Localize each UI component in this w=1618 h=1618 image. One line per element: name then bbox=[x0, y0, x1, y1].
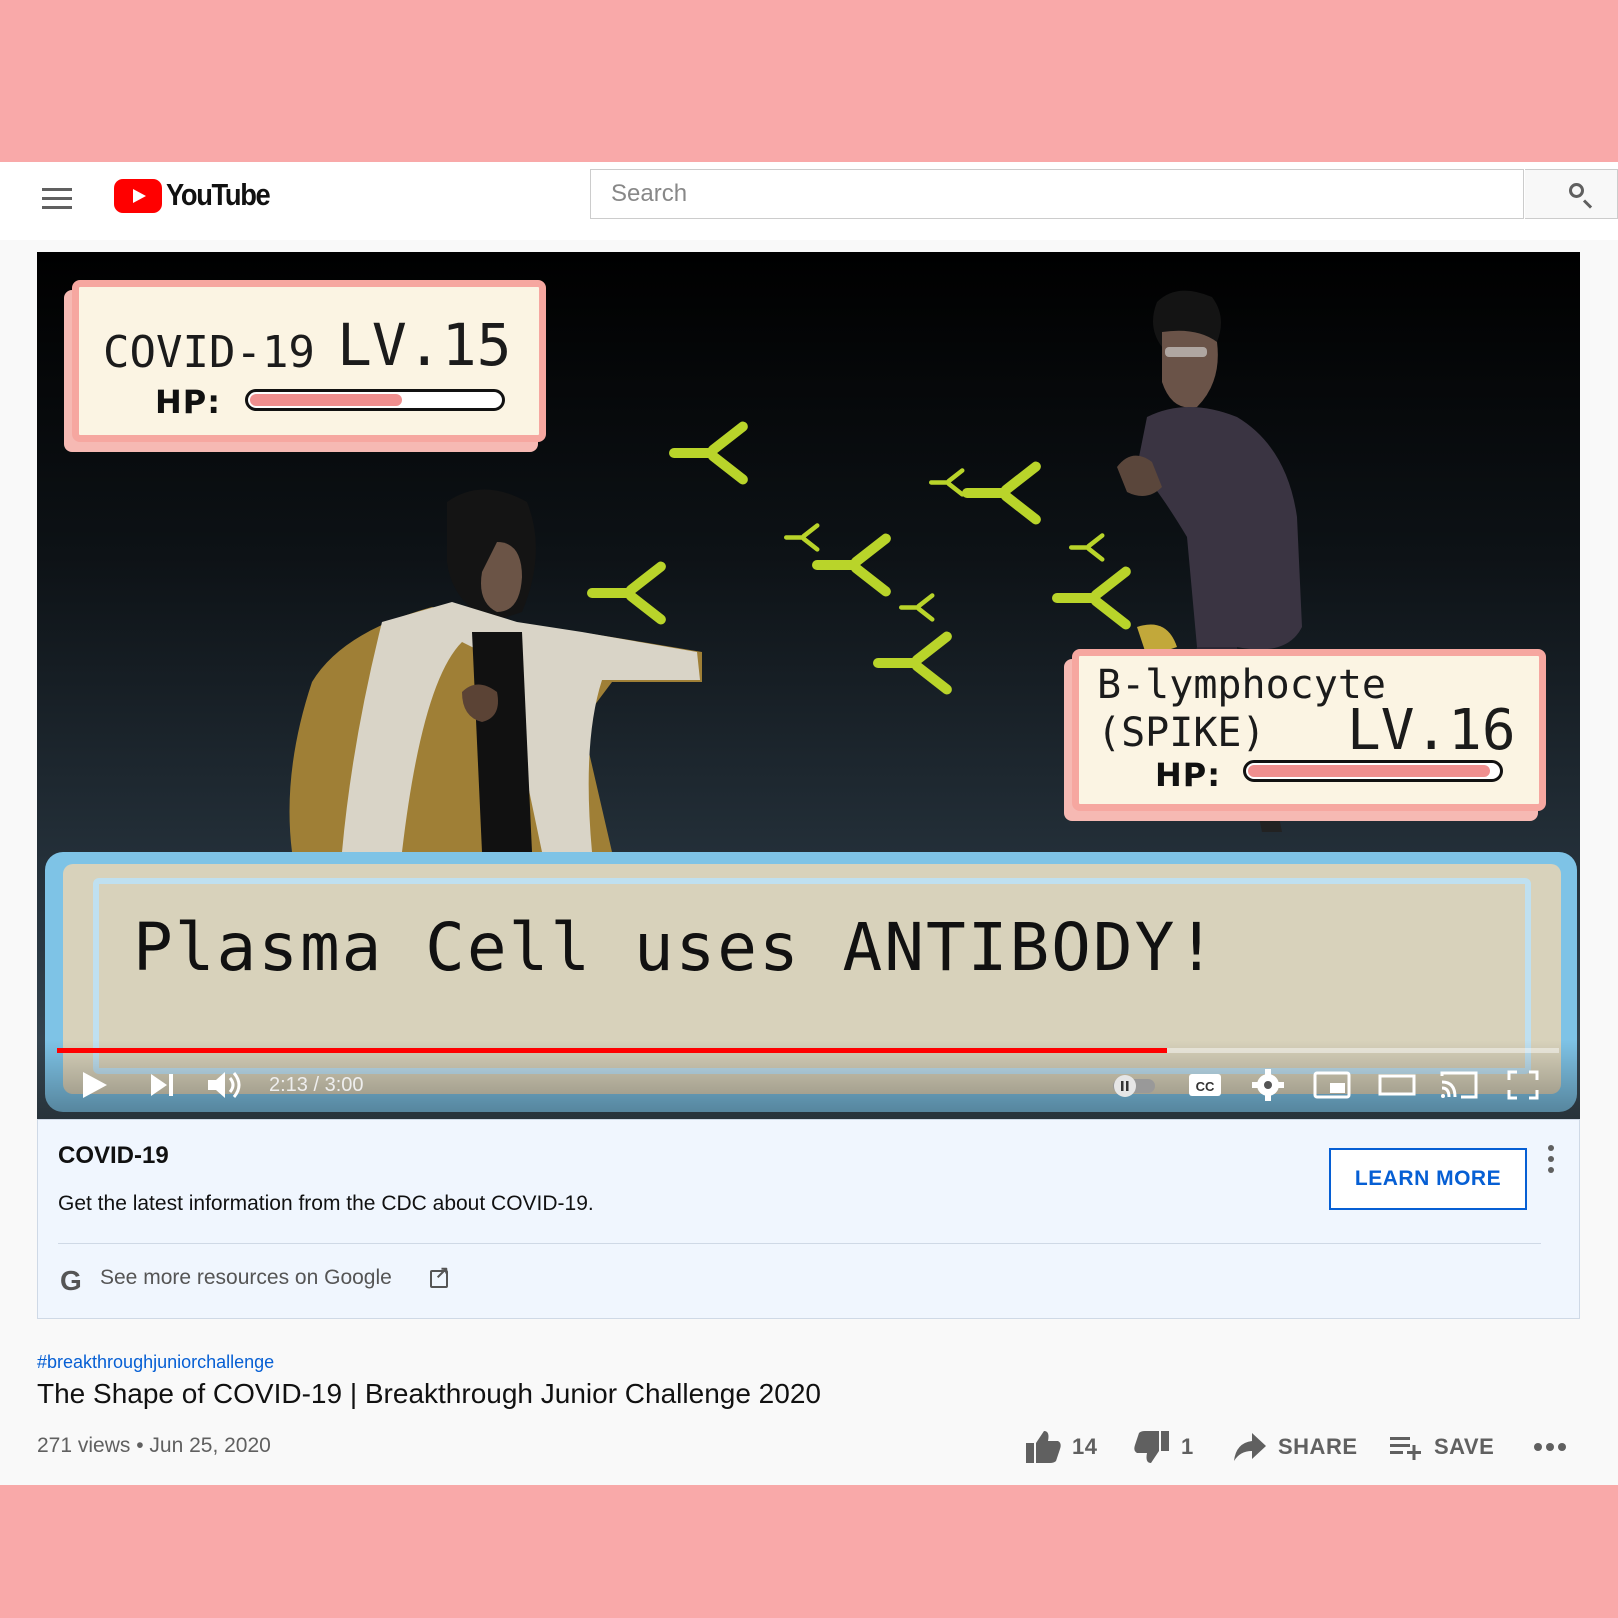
play-icon[interactable] bbox=[79, 1068, 109, 1102]
antibody-icon bbox=[929, 467, 966, 498]
external-link-icon[interactable] bbox=[430, 1263, 449, 1288]
video-player[interactable]: COVID-19 LV.15 HP: B-lymphocyte (SPIKE) … bbox=[37, 252, 1580, 1120]
youtube-page: YouTube COVID-19 LV.15 HP: bbox=[0, 162, 1618, 1485]
like-count: 14 bbox=[1072, 1434, 1098, 1459]
plasma-cell-character bbox=[289, 489, 702, 852]
logo-text: YouTube bbox=[166, 177, 271, 212]
search-box[interactable] bbox=[590, 169, 1524, 219]
save-label: SAVE bbox=[1434, 1434, 1495, 1459]
panel-title: COVID-19 bbox=[58, 1142, 169, 1169]
cast-icon[interactable] bbox=[1439, 1068, 1479, 1102]
player-level: LV.16 bbox=[1347, 698, 1516, 763]
save-button[interactable]: SAVE bbox=[1388, 1427, 1494, 1467]
more-actions-button[interactable] bbox=[1533, 1427, 1567, 1467]
player-hp-fill bbox=[1248, 765, 1491, 777]
enemy-status-box: COVID-19 LV.15 HP: bbox=[72, 280, 546, 442]
volume-icon[interactable] bbox=[205, 1068, 245, 1102]
google-g-icon: G bbox=[60, 1265, 82, 1296]
views-date: 271 views • Jun 25, 2020 bbox=[37, 1434, 271, 1457]
miniplayer-icon[interactable] bbox=[1312, 1068, 1352, 1102]
antibody-icon bbox=[1052, 564, 1133, 632]
antibody-icon bbox=[873, 629, 954, 697]
thumbs-down-icon bbox=[1134, 1431, 1169, 1463]
share-label: SHARE bbox=[1278, 1434, 1358, 1459]
antibody-icon bbox=[587, 559, 668, 627]
panel-divider bbox=[58, 1243, 1541, 1244]
search-button[interactable] bbox=[1525, 169, 1618, 219]
player-hp-bar bbox=[1243, 760, 1503, 782]
enemy-hp-fill bbox=[250, 394, 403, 406]
search-icon bbox=[1569, 183, 1584, 198]
enemy-name: COVID-19 bbox=[103, 327, 315, 378]
dislike-count: 1 bbox=[1181, 1434, 1194, 1459]
player-name-line2: (SPIKE) bbox=[1097, 710, 1266, 756]
panel-description: Get the latest information from the CDC … bbox=[58, 1192, 594, 1215]
play-logo-icon bbox=[114, 179, 162, 213]
enemy-hp-label: HP: bbox=[155, 383, 222, 421]
theater-mode-icon[interactable] bbox=[1377, 1068, 1417, 1102]
enemy-level: LV.15 bbox=[337, 311, 512, 379]
antibody-icon bbox=[812, 531, 893, 599]
autoplay-toggle-icon[interactable] bbox=[1109, 1068, 1159, 1102]
share-button[interactable]: SHARE bbox=[1232, 1427, 1358, 1467]
player-name-line1: B-lymphocyte bbox=[1097, 662, 1386, 708]
playlist-add-icon bbox=[1390, 1437, 1421, 1460]
battle-text: Plasma Cell uses ANTIBODY! bbox=[133, 909, 1219, 986]
antibody-icon bbox=[899, 592, 936, 623]
covid-info-panel: COVID-19 Get the latest information from… bbox=[37, 1119, 1580, 1319]
hamburger-menu-icon[interactable] bbox=[40, 182, 74, 216]
antibody-icon bbox=[784, 522, 821, 553]
antibody-icon bbox=[1069, 532, 1106, 563]
like-button[interactable]: 14 bbox=[1024, 1427, 1097, 1467]
thumbs-up-icon bbox=[1026, 1431, 1061, 1463]
player-status-box: B-lymphocyte (SPIKE) LV.16 HP: bbox=[1072, 649, 1546, 811]
captions-icon[interactable]: CC bbox=[1187, 1068, 1223, 1102]
progress-played bbox=[57, 1048, 1167, 1053]
enemy-hp-bar bbox=[245, 389, 505, 411]
more-horizontal-icon bbox=[1534, 1443, 1566, 1451]
more-options-icon[interactable] bbox=[1546, 1145, 1556, 1175]
svg-text:CC: CC bbox=[1196, 1079, 1215, 1094]
hashtag-link[interactable]: #breakthroughjuniorchallenge bbox=[37, 1352, 274, 1373]
player-controls: 2:13 / 3:00 CC bbox=[37, 1040, 1580, 1120]
masthead: YouTube bbox=[0, 162, 1618, 240]
video-title: The Shape of COVID-19 | Breakthrough Jun… bbox=[37, 1378, 821, 1409]
fullscreen-icon[interactable] bbox=[1505, 1068, 1541, 1102]
antibody-icon bbox=[669, 419, 750, 487]
share-arrow-icon bbox=[1234, 1433, 1266, 1461]
youtube-logo[interactable]: YouTube bbox=[114, 177, 274, 222]
settings-gear-icon[interactable] bbox=[1251, 1068, 1285, 1102]
dislike-button[interactable]: 1 bbox=[1133, 1427, 1194, 1467]
progress-bar[interactable] bbox=[57, 1048, 1559, 1053]
time-display: 2:13 / 3:00 bbox=[269, 1074, 364, 1096]
next-icon[interactable] bbox=[147, 1068, 177, 1102]
google-resources-link[interactable]: See more resources on Google bbox=[100, 1266, 392, 1290]
learn-more-button[interactable]: LEARN MORE bbox=[1329, 1148, 1527, 1210]
player-hp-label: HP: bbox=[1155, 756, 1222, 794]
search-input[interactable] bbox=[591, 170, 1523, 218]
antibody-icon bbox=[962, 459, 1043, 527]
